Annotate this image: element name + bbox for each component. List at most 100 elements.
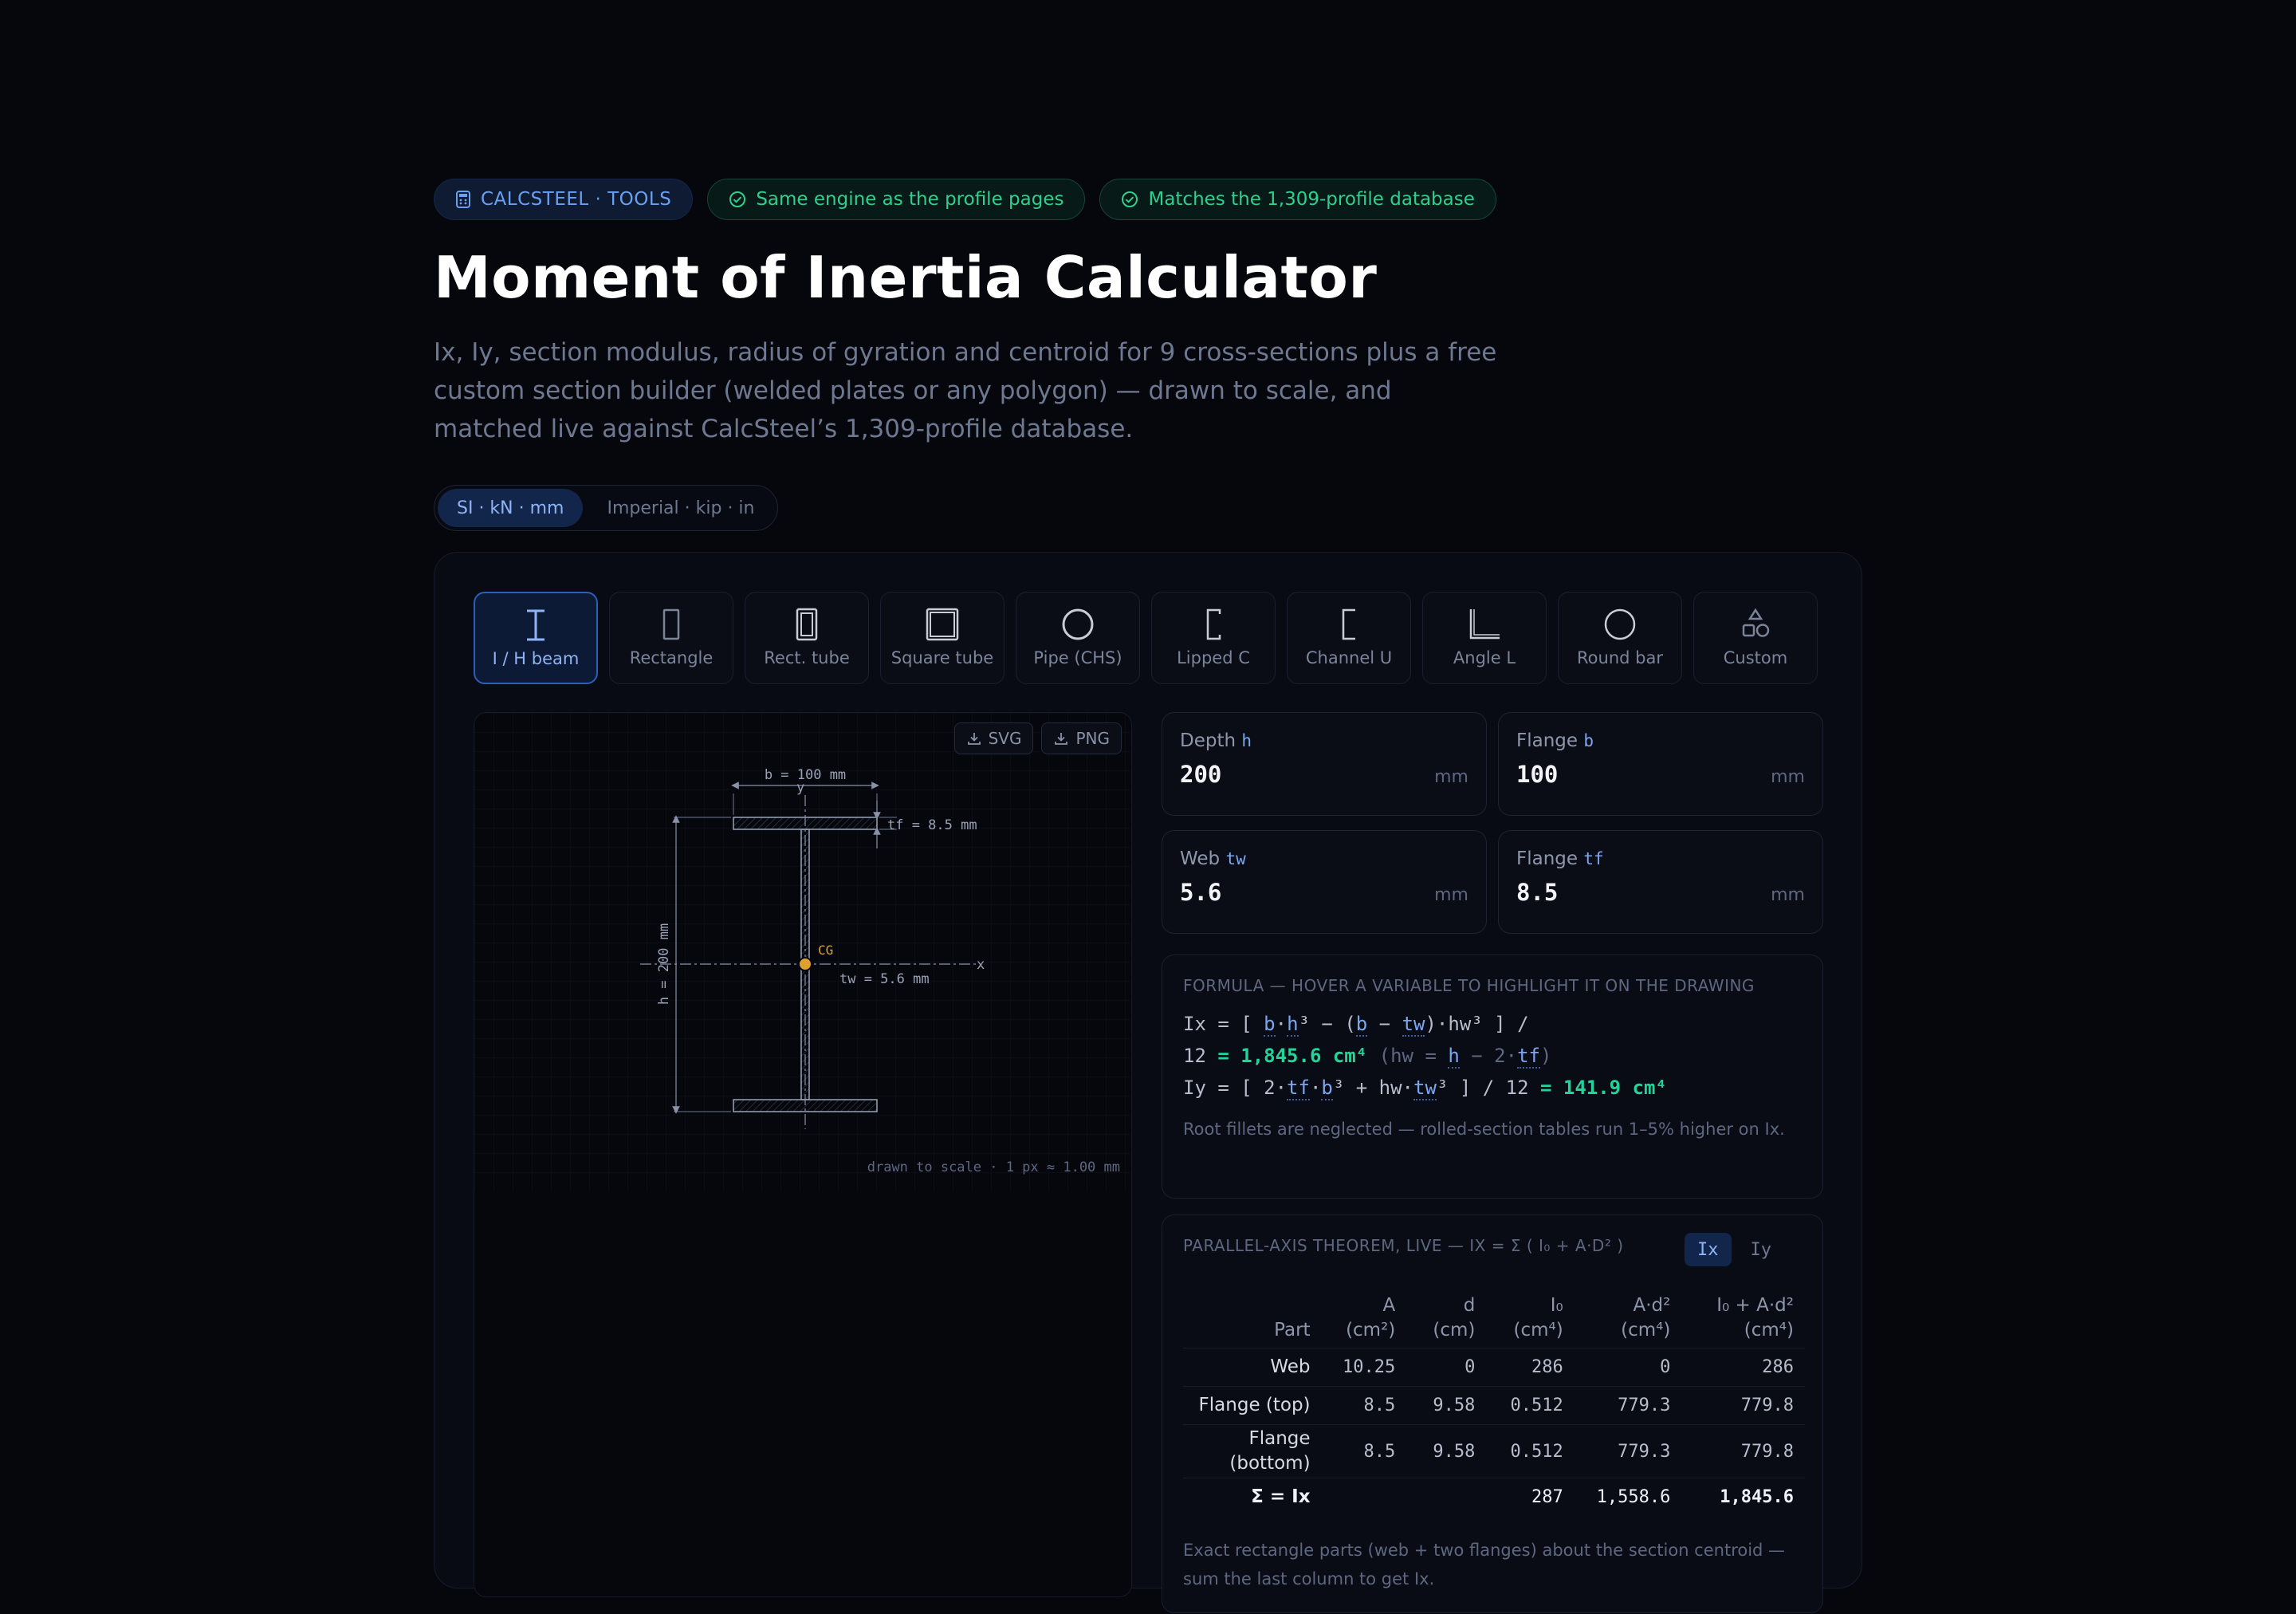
tab-rectangle[interactable]: Rectangle	[609, 592, 733, 684]
var-b[interactable]: b	[1355, 1013, 1368, 1037]
check-circle-icon	[1122, 191, 1138, 207]
field-unit: mm	[1771, 885, 1805, 905]
tab-rect-tube[interactable]: Rect. tube	[745, 592, 869, 684]
section-drawing: x y b = 100 mm tf = 8.5 mm h = 200 mm tw…	[474, 712, 1132, 1597]
tab-pipe[interactable]: Pipe (CHS)	[1016, 592, 1140, 684]
table-header-row: Part A (cm²) d (cm) I₀ (cm⁴) A·d² (cm⁴) I₀ +…	[1183, 1289, 1805, 1348]
tab-angle-l[interactable]: Angle L	[1422, 592, 1547, 684]
tools-badge-label: CALCSTEEL · TOOLS	[481, 189, 672, 210]
i-beam-icon	[527, 609, 545, 641]
ix-result: = 1,845.6 cm⁴	[1217, 1045, 1368, 1067]
tab-label: Lipped C	[1177, 648, 1250, 667]
field-symbol: tf	[1583, 849, 1604, 868]
tab-label: Round bar	[1577, 648, 1663, 667]
parallel-axis-table: Part A (cm²) d (cm) I₀ (cm⁴) A·d² (cm⁴) I₀ +…	[1183, 1289, 1805, 1516]
column-header: A (cm²)	[1346, 1295, 1396, 1340]
square-tube-icon	[926, 608, 959, 641]
tools-badge[interactable]: CALCSTEEL · TOOLS	[434, 179, 694, 220]
field-label: Web	[1180, 848, 1221, 869]
formula-heading: FORMULA — HOVER A VARIABLE TO HIGHLIGHT …	[1183, 976, 1755, 995]
parallel-axis-heading: PARALLEL-AXIS THEOREM, LIVE — IX = Σ ( I…	[1183, 1236, 1624, 1255]
download-png-button[interactable]: PNG	[1041, 722, 1122, 754]
units-si-option[interactable]: SI · kN · mm	[438, 489, 584, 527]
page-description: Ix, Iy, section modulus, radius of gyrat…	[434, 338, 1497, 443]
centroid-marker	[798, 957, 812, 971]
field-unit: mm	[1434, 885, 1468, 905]
shapes-icon	[1742, 608, 1770, 637]
engine-badge: Same engine as the profile pages	[707, 179, 1086, 220]
flange-tf-field[interactable]: Flange tf 8.5 mm	[1498, 830, 1823, 934]
tab-label: Rectangle	[629, 648, 714, 667]
tab-lipped-c[interactable]: Lipped C	[1151, 592, 1276, 684]
units-imperial-option[interactable]: Imperial · kip · in	[588, 489, 773, 527]
tab-round-bar[interactable]: Round bar	[1558, 592, 1682, 684]
download-icon	[967, 733, 981, 745]
axis-toggle-ix[interactable]: Ix	[1685, 1233, 1732, 1266]
formula-text: Ix = [ b·h³ − (b − tw)·hw³ ] / 12 = 1,84…	[1183, 1013, 1667, 1100]
field-unit: mm	[1434, 767, 1468, 787]
var-b[interactable]: b	[1321, 1077, 1333, 1100]
download-png-label: PNG	[1075, 729, 1110, 748]
column-header: d (cm)	[1433, 1295, 1476, 1340]
axis-toggle: Ix Iy	[1685, 1233, 1784, 1266]
tab-square-tube[interactable]: Square tube	[880, 592, 1005, 684]
field-symbol: h	[1241, 731, 1252, 750]
unit-system-toggle: SI · kN · mm Imperial · kip · in	[434, 485, 778, 531]
tab-label: Custom	[1723, 648, 1788, 667]
column-header: I₀ (cm⁴)	[1513, 1295, 1563, 1340]
badge-row: CALCSTEEL · TOOLS Same engine as the pro…	[434, 179, 1862, 222]
field-label: Depth	[1180, 730, 1236, 751]
var-tf[interactable]: tf	[1287, 1077, 1310, 1100]
field-label: Flange	[1516, 848, 1578, 869]
calculator-panel: I / H beam Rectangle Rect. tube Square t…	[434, 552, 1862, 1613]
var-tw[interactable]: tw	[1402, 1013, 1425, 1037]
flange-b-field[interactable]: Flange b 100 mm	[1498, 712, 1823, 816]
field-symbol: b	[1583, 731, 1594, 750]
tab-label: Channel U	[1305, 648, 1393, 667]
column-header: A·d² (cm⁴)	[1621, 1295, 1671, 1340]
depth-h-input[interactable]: 200	[1180, 761, 1221, 788]
pipe-icon	[1062, 608, 1094, 640]
field-symbol: tw	[1225, 849, 1246, 868]
dim-b-label: b = 100 mm	[765, 767, 846, 783]
dim-h-label: h = 200 mm	[656, 923, 672, 1005]
download-icon	[1055, 733, 1068, 745]
web-tw-input[interactable]: 5.6	[1180, 879, 1221, 906]
database-badge-label: Matches the 1,309-profile database	[1148, 189, 1475, 210]
tab-label: Square tube	[890, 648, 994, 667]
section-type-tabs: I / H beam Rectangle Rect. tube Square t…	[474, 592, 1818, 684]
var-h[interactable]: h	[1448, 1045, 1460, 1069]
tab-custom[interactable]: Custom	[1693, 592, 1818, 684]
table-row: Flange (bottom) 8.5 9.58 0.512 779.3 779…	[1183, 1424, 1805, 1478]
scale-note: drawn to scale · 1 px ≈ 1.00 mm	[867, 1159, 1120, 1175]
tab-i-beam[interactable]: I / H beam	[474, 592, 598, 684]
parallel-axis-note: Exact rectangle parts (web + two flanges…	[1183, 1541, 1786, 1588]
column-header: I₀ + A·d² (cm⁴)	[1716, 1295, 1794, 1340]
table-row: Web 10.25 0 286 0 286	[1183, 1348, 1805, 1387]
export-buttons: SVG PNG	[953, 722, 1122, 754]
var-h[interactable]: h	[1287, 1013, 1299, 1037]
angle-icon	[1469, 609, 1500, 640]
tab-label: Rect. tube	[764, 648, 850, 667]
page-title: Moment of Inertia Calculator	[434, 244, 1378, 311]
var-b[interactable]: b	[1264, 1013, 1276, 1037]
var-tf[interactable]: tf	[1517, 1045, 1540, 1069]
channel-icon	[1342, 608, 1355, 640]
var-tw[interactable]: tw	[1413, 1077, 1437, 1100]
web-tw-field[interactable]: Web tw 5.6 mm	[1162, 830, 1487, 934]
axis-toggle-iy[interactable]: Iy	[1738, 1233, 1785, 1266]
axis-x-label: x	[977, 957, 985, 973]
flange-b-input[interactable]: 100	[1516, 761, 1558, 788]
tab-channel-u[interactable]: Channel U	[1287, 592, 1411, 684]
download-svg-button[interactable]: SVG	[953, 722, 1034, 754]
rectangle-icon	[662, 608, 680, 640]
field-label: Flange	[1516, 730, 1578, 751]
download-svg-label: SVG	[988, 729, 1022, 748]
parallel-axis-card: PARALLEL-AXIS THEOREM, LIVE — IX = Σ ( I…	[1162, 1214, 1823, 1613]
table-row: Flange (top) 8.5 9.58 0.512 779.3 779.8	[1183, 1386, 1805, 1425]
dim-tw-label: tw = 5.6 mm	[839, 971, 930, 987]
flange-tf-input[interactable]: 8.5	[1516, 879, 1558, 906]
tab-label: Angle L	[1453, 648, 1516, 667]
depth-h-field[interactable]: Depth h 200 mm	[1162, 712, 1487, 816]
tab-label: I / H beam	[492, 649, 580, 668]
